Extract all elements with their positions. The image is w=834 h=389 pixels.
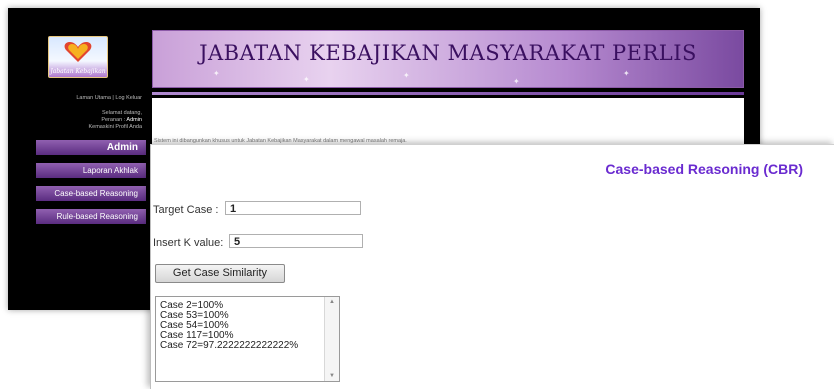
profile-link[interactable]: Kemaskini Profil Anda [89, 124, 143, 131]
results-scrollbar[interactable]: ▲ ▼ [324, 297, 339, 381]
result-line: Case 72=97.2222222222222% [160, 340, 299, 351]
logo-text: Jabatan Kebajikan [50, 68, 106, 75]
welcome-line: Selamat datang, [101, 110, 142, 116]
sparkle-icon: ✦ [623, 69, 630, 78]
sidebar-button-cbr[interactable]: Case-based Reasoning [36, 186, 146, 201]
heart-logo-icon [64, 42, 92, 62]
target-case-label: Target Case : [153, 204, 219, 216]
sparkle-icon: ✦ [303, 75, 310, 84]
sparkle-icon: ✦ [403, 71, 410, 80]
banner-title: JABATAN KEBAJIKAN MASYARAKAT PERLIS [199, 41, 697, 65]
page-title: Case-based Reasoning (CBR) [605, 161, 803, 177]
role-label: Peranan : [101, 117, 127, 123]
banner-divider [152, 92, 744, 95]
scroll-up-icon[interactable]: ▲ [325, 297, 339, 307]
k-value-input[interactable]: 5 [229, 234, 363, 248]
target-case-input[interactable]: 1 [225, 201, 361, 215]
k-value-label: Insert K value: [153, 237, 224, 249]
results-textarea[interactable]: Case 2=100% Case 53=100% Case 54=100% Ca… [155, 296, 340, 382]
role-value: Admin [126, 117, 142, 123]
cbr-panel: Case-based Reasoning (CBR) Target Case :… [150, 144, 834, 389]
sparkle-icon: ✦ [213, 69, 220, 78]
scroll-down-icon[interactable]: ▼ [325, 371, 339, 381]
sparkle-icon: ✦ [513, 77, 520, 86]
user-info: Selamat datang, Peranan : Admin Kemaskin… [89, 110, 143, 131]
sidebar-button-admin[interactable]: Admin [36, 140, 146, 155]
header-banner: ✦ ✦ ✦ ✦ ✦ JABATAN KEBAJIKAN MASYARAKAT P… [152, 30, 744, 88]
logo: Jabatan Kebajikan [48, 36, 108, 78]
sidebar-button-laporan-akhlak[interactable]: Laporan Akhlak [36, 163, 146, 178]
sidebar: Jabatan Kebajikan Laman Utama | Log Kelu… [22, 22, 146, 296]
sidebar-button-rbr[interactable]: Rule-based Reasoning [36, 209, 146, 224]
get-case-similarity-button[interactable]: Get Case Similarity [155, 264, 285, 283]
role-line: Peranan : Admin [89, 117, 142, 124]
nav-links[interactable]: Laman Utama | Log Keluar [76, 94, 142, 102]
results-list: Case 2=100% Case 53=100% Case 54=100% Ca… [160, 301, 298, 351]
